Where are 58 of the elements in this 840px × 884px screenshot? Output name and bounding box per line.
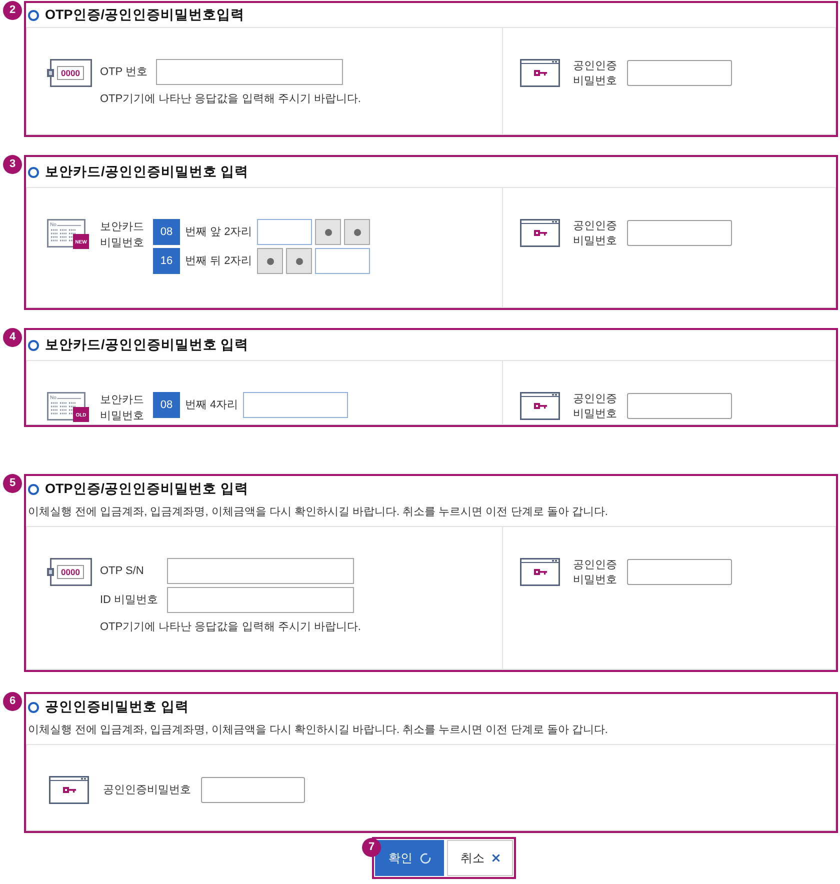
field-label: 보안카드 비밀번호: [100, 393, 144, 424]
section-title: OTP인증/공인인증비밀번호 입력: [45, 480, 248, 498]
spinner-icon: [420, 852, 430, 864]
digit-field[interactable]: [257, 219, 312, 245]
otp-device-icon: 0000: [47, 558, 92, 586]
index-tag: 08: [153, 219, 180, 245]
hint-text: OTP기기에 나타난 응답값을 입력해 주시기 바랍니다.: [100, 620, 361, 635]
section-title: OTP인증/공인인증비밀번호입력: [45, 6, 245, 24]
password-field[interactable]: [201, 777, 305, 803]
field-label: 공인인증 비밀번호: [573, 219, 617, 249]
digit-field[interactable]: [243, 392, 348, 418]
field-label: OTP S/N: [100, 564, 145, 579]
step-badge: 2: [3, 1, 22, 20]
row-label: 번째 뒤 2자리: [185, 254, 252, 269]
field-label: 공인인증 비밀번호: [573, 59, 617, 89]
password-field[interactable]: [627, 220, 732, 246]
field-label: 공인인증 비밀번호: [573, 392, 617, 422]
index-tag: 16: [153, 248, 180, 274]
field-label: 보안카드 비밀번호: [100, 220, 144, 251]
notice-text: 이체실행 전에 입금계좌, 입금계좌명, 이체금액을 다시 확인하시길 바랍니다. 취소를 누르시면 이전 단계로 돌아 갑니다.: [28, 723, 608, 738]
section-title: 보안카드/공인인증비밀번호 입력: [45, 162, 249, 181]
step-badge: 5: [3, 474, 22, 493]
window-key-icon: [520, 558, 560, 586]
ring-icon: [28, 166, 39, 178]
ring-icon: [28, 10, 39, 20]
field-label: ID 비밀번호: [100, 593, 158, 608]
window-key-icon: [520, 219, 560, 247]
index-tag: 08: [153, 392, 180, 418]
window-key-icon: [520, 59, 560, 87]
row-label: 번째 앞 2자리: [185, 224, 252, 240]
password-field[interactable]: [627, 559, 732, 585]
section-title: 보안카드/공인인증비밀번호 입력: [45, 336, 249, 354]
field-label: OTP 번호: [100, 65, 148, 80]
step-badge: 7: [362, 838, 381, 857]
field-label: 공인인증 비밀번호: [573, 558, 617, 588]
hint-text: OTP기기에 나타난 응답값을 입력해 주시기 바랍니다.: [100, 92, 361, 107]
otp-device-icon: 0000: [47, 59, 92, 87]
ring-icon: [28, 340, 39, 350]
confirm-button[interactable]: 확인: [375, 840, 444, 876]
step-badge: 3: [3, 155, 22, 174]
window-key-icon: [49, 776, 89, 804]
row-label: 번째 4자리: [185, 398, 238, 413]
password-field[interactable]: [627, 60, 732, 86]
notice-text: 이체실행 전에 입금계좌, 입금계좌명, 이체금액을 다시 확인하시길 바랍니다. 취소를 누르시면 이전 단계로 돌아 갑니다.: [28, 505, 608, 520]
digit-field[interactable]: [315, 248, 370, 274]
input-field[interactable]: [167, 558, 354, 584]
password-field[interactable]: [627, 393, 732, 419]
ring-icon: [28, 702, 39, 712]
cancel-button[interactable]: 취소: [447, 840, 513, 876]
input-field[interactable]: [156, 59, 344, 85]
field-label: 공인인증비밀번호: [103, 782, 191, 798]
input-field[interactable]: [167, 587, 354, 613]
ring-icon: [28, 484, 39, 494]
window-key-icon: [520, 392, 560, 420]
step-badge: 4: [3, 328, 22, 347]
section-title: 공인인증비밀번호 입력: [45, 698, 189, 716]
step-badge: 6: [3, 692, 22, 711]
close-icon: [492, 854, 500, 862]
